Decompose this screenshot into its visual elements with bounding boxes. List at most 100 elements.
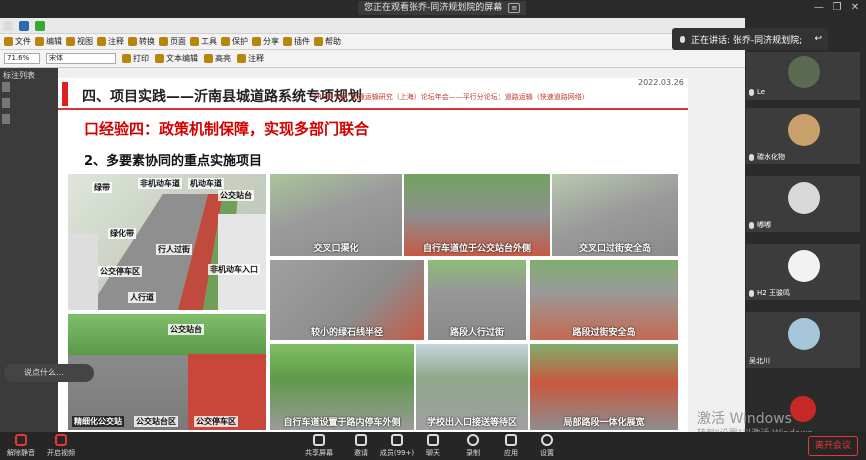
mic-icon xyxy=(749,221,754,229)
meeting-controls: 解除静音 开启视频 共享屏幕 邀请 成员(99+) 聊天 录制 应用 设置 xyxy=(0,432,866,460)
plugin-icon xyxy=(283,37,292,46)
share-banner[interactable]: 您正在观看张乔-同济规划院的屏幕 ≡ xyxy=(358,1,527,15)
menu-item-edit[interactable]: 编辑 xyxy=(35,36,62,47)
share-icon xyxy=(252,37,261,46)
participant-tile[interactable]: H2 王骏鸣 xyxy=(746,244,860,300)
signal-icon[interactable] xyxy=(35,20,45,31)
menu-item-plugin[interactable]: 插件 xyxy=(283,36,310,47)
app-top-strip xyxy=(0,18,745,34)
mic-icon xyxy=(749,153,754,161)
photo-school-waiting-area: 学校出入口接送等待区 xyxy=(416,344,528,430)
diagram-label: 绿带 xyxy=(92,182,112,193)
collapse-icon[interactable]: ↩ xyxy=(814,34,822,44)
start-video-button[interactable]: 开启视频 xyxy=(40,432,82,460)
activation-watermark: 激活 Windows xyxy=(697,411,792,427)
unmute-button[interactable]: 解除静音 xyxy=(0,432,42,460)
restore-button[interactable]: ❐ xyxy=(830,2,844,14)
annotation-button[interactable]: 注释 xyxy=(237,53,264,64)
close-button[interactable]: ✕ xyxy=(848,2,862,14)
speaking-indicator: 正在讲话: 张乔-同济规划院; ↩ xyxy=(672,28,828,50)
photo-caption: 较小的绿石线半径 xyxy=(310,328,383,338)
members-icon xyxy=(391,434,403,446)
info-icon[interactable] xyxy=(3,20,13,31)
page-icon xyxy=(159,37,168,46)
convert-icon xyxy=(128,37,137,46)
annotation-icon xyxy=(237,54,246,63)
share-screen-icon xyxy=(313,434,325,446)
photo-caption: 交叉口过街安全岛 xyxy=(578,244,651,254)
mic-icon xyxy=(749,88,754,96)
share-screen-button[interactable]: 共享屏幕 xyxy=(298,432,340,460)
section-heading: 2、多要素协同的重点实施项目 xyxy=(84,154,263,169)
menu-item-share[interactable]: 分享 xyxy=(252,36,279,47)
menu-item-annotate[interactable]: 注释 xyxy=(97,36,124,47)
photo-caption: 局部路段一体化展宽 xyxy=(563,418,645,428)
highlight-icon xyxy=(204,54,213,63)
annotate-icon xyxy=(97,37,106,46)
slide-page: 四、项目实践——沂南县城道路系统专项规划 2022.03.26 TRF第十届“交… xyxy=(58,78,688,432)
avatar xyxy=(788,318,820,350)
chat-input-pill[interactable]: 说点什么... xyxy=(4,364,94,382)
photo-caption: 自行车道设置于路内停车外侧 xyxy=(283,418,401,428)
participant-tile[interactable]: 碳水化物 xyxy=(746,108,860,164)
diagram-label: 行人过街 xyxy=(156,244,192,255)
font-select[interactable]: 宋体 xyxy=(46,53,116,64)
bookmark-icon[interactable] xyxy=(2,98,10,108)
chat-icon xyxy=(427,434,439,446)
shield-icon[interactable] xyxy=(19,20,29,31)
diagram-label: 公交站台 xyxy=(218,190,254,201)
photo-intersection-channelization: 交叉口渠化 xyxy=(270,174,402,256)
title-accent-bar xyxy=(62,82,68,106)
avatar xyxy=(788,250,820,282)
leave-meeting-button[interactable]: 离开会议 xyxy=(808,436,858,456)
menu-item-view[interactable]: 视图 xyxy=(66,36,93,47)
shared-app-window: 文件 编辑 视图 注释 转换 页面 工具 保护 分享 插件 帮助 71.6% 宋… xyxy=(0,18,745,432)
menu-item-convert[interactable]: 转换 xyxy=(128,36,155,47)
menu-item-page[interactable]: 页面 xyxy=(159,36,186,47)
avatar xyxy=(788,114,820,146)
mic-muted-icon xyxy=(15,434,27,446)
tools-icon xyxy=(190,37,199,46)
photo-bike-lane-outside-bus: 自行车道位于公交站台外侧 xyxy=(404,174,550,256)
gear-icon xyxy=(541,434,553,446)
print-button[interactable]: 打印 xyxy=(122,53,149,64)
photo-caption: 学校出入口接送等待区 xyxy=(426,418,517,428)
zoom-field[interactable]: 71.6% xyxy=(4,53,40,64)
left-pane-title: 标注列表 xyxy=(3,71,35,80)
view-icon xyxy=(66,37,75,46)
photo-caption: 路段过街安全岛 xyxy=(572,328,636,338)
chat-button[interactable]: 聊天 xyxy=(412,432,454,460)
photo-caption: 交叉口渠化 xyxy=(313,244,359,254)
annotation-list-icon[interactable] xyxy=(2,114,10,124)
experience-heading: 口经验四：政策机制保障，实现多部门联合 xyxy=(84,120,370,138)
diagram-label: 绿化带 xyxy=(108,228,136,239)
text-edit-icon xyxy=(155,54,164,63)
participant-avatar-red xyxy=(790,396,816,422)
record-button[interactable]: 录制 xyxy=(452,432,494,460)
file-icon xyxy=(4,37,13,46)
text-edit-button[interactable]: 文本编辑 xyxy=(155,53,198,64)
thumbnail-icon[interactable] xyxy=(2,82,10,92)
menu-item-tools[interactable]: 工具 xyxy=(190,36,217,47)
avatar xyxy=(788,182,820,214)
diagram-label: 机动车道 xyxy=(188,178,224,189)
bus-stop-photo: 公交站台 精细化公交站 公交站台区 公交停车区 xyxy=(68,314,266,430)
tool-bar: 71.6% 宋体 打印 文本编辑 高亮 注释 xyxy=(0,50,745,68)
share-banner-text: 您正在观看张乔-同济规划院的屏幕 xyxy=(364,3,503,13)
participant-name-row: Le xyxy=(746,80,860,96)
menu-item-help[interactable]: 帮助 xyxy=(314,36,341,47)
share-options-icon[interactable]: ≡ xyxy=(508,3,521,13)
record-icon xyxy=(467,434,479,446)
participant-tile[interactable]: 嘟嘟 xyxy=(746,176,860,232)
slide-date: 2022.03.26 xyxy=(638,78,684,87)
menu-item-protect[interactable]: 保护 xyxy=(221,36,248,47)
minimize-button[interactable]: — xyxy=(812,2,826,14)
bus-station-label: 公交站台 xyxy=(168,324,204,335)
fine-bus-stop-label: 精细化公交站 xyxy=(72,416,124,427)
protect-icon xyxy=(221,37,230,46)
participant-tile[interactable]: 吴北川 xyxy=(746,312,860,368)
menu-item-file[interactable]: 文件 xyxy=(4,36,31,47)
mic-icon xyxy=(680,35,685,43)
settings-button[interactable]: 设置 xyxy=(526,432,568,460)
highlight-button[interactable]: 高亮 xyxy=(204,53,231,64)
